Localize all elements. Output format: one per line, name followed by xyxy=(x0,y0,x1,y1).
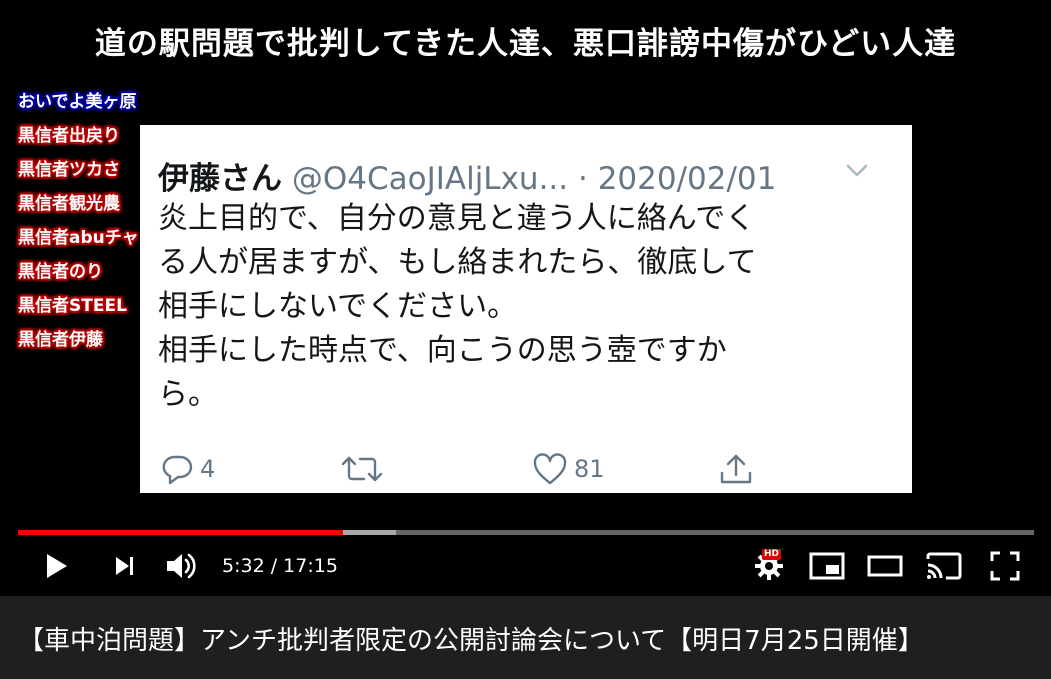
overlay-name-item: 黒信者観光農 xyxy=(18,194,120,214)
reply-count: 4 xyxy=(200,455,216,483)
video-player[interactable]: 道の駅問題で批判してきた人達、悪口誹謗中傷がひどい人達 おいでよ美ヶ原 黒信者出… xyxy=(0,0,1051,596)
overlay-banner-text: 道の駅問題で批判してきた人達、悪口誹謗中傷がひどい人達 xyxy=(94,26,957,62)
overlay-name-item: おいでよ美ヶ原 xyxy=(18,92,137,112)
tweet-text-line: る人が居ますが、もし絡まれたら、徹底して xyxy=(158,245,757,280)
retweet-icon xyxy=(341,456,383,482)
video-info-bar: 【車中泊問題】アンチ批判者限定の公開討論会について【明日7月25日開催】 xyxy=(0,596,1051,679)
video-title: 【車中泊問題】アンチ批判者限定の公開討論会について【明日7月25日開催】 xyxy=(18,626,924,656)
volume-icon xyxy=(167,553,196,579)
cast-icon xyxy=(926,552,962,580)
tweet-author: 伊藤さん xyxy=(158,161,282,197)
hd-badge: HD xyxy=(762,549,782,560)
share-icon xyxy=(720,454,752,484)
tweet-header: 伊藤さん @O4CaoJIAljLxu... · 2020/02/01 xyxy=(158,153,776,198)
cast-button[interactable] xyxy=(922,545,966,587)
overlay-name-list: おいでよ美ヶ原 黒信者出戻り 黒信者ツカさ 黒信者観光農 黒信者abuチャ 黒信… xyxy=(18,90,139,362)
overlay-name-item: 黒信者のり xyxy=(18,262,103,282)
play-button[interactable] xyxy=(36,545,78,587)
tweet-text-line: 相手にしないでください。 xyxy=(158,289,518,324)
tweet-text-line: 炎上目的で、自分の意見と違う人に絡んでく xyxy=(158,201,756,236)
settings-button[interactable]: HD xyxy=(748,545,790,587)
overlay-name-item: 黒信者ツカさ xyxy=(18,160,120,180)
tweet-handle: @O4CaoJIAljLxu... xyxy=(291,161,569,197)
share-action xyxy=(718,451,754,487)
heart-icon xyxy=(533,453,567,485)
overlay-name-item: 黒信者STEEL xyxy=(18,296,127,316)
miniplayer-icon xyxy=(809,552,845,580)
overlay-name-item: 黒信者abuチャ xyxy=(18,228,139,248)
next-icon xyxy=(116,557,133,575)
tweet-text-line: ら。 xyxy=(158,377,218,412)
fullscreen-icon xyxy=(990,551,1020,581)
next-button[interactable] xyxy=(104,545,146,587)
progress-bar[interactable] xyxy=(18,530,1034,535)
miniplayer-button[interactable] xyxy=(806,545,848,587)
overlay-name-item: 黒信者出戻り xyxy=(18,126,120,146)
tweet-card: 伊藤さん @O4CaoJIAljLxu... · 2020/02/01 炎上目的… xyxy=(140,125,912,493)
player-controls: 5:32 / 17:15 HD xyxy=(0,545,1051,587)
chevron-down-icon xyxy=(846,164,868,177)
tweet-date: · 2020/02/01 xyxy=(578,161,777,197)
reply-icon xyxy=(162,455,193,485)
played-bar xyxy=(18,530,343,535)
reply-action: 4 xyxy=(160,451,215,487)
overlay-name-item: 黒信者伊藤 xyxy=(18,330,103,350)
fullscreen-button[interactable] xyxy=(984,545,1026,587)
tweet-text: 炎上目的で、自分の意見と違う人に絡んでく る人が居ますが、もし絡まれたら、徹底し… xyxy=(158,197,858,417)
tweet-text-line: 相手にした時点で、向こうの思う壺ですか xyxy=(158,333,727,368)
volume-button[interactable] xyxy=(160,545,204,587)
theater-mode-button[interactable] xyxy=(864,545,906,587)
time-display: 5:32 / 17:15 xyxy=(222,555,338,577)
play-icon xyxy=(47,554,67,578)
like-action: 81 xyxy=(532,451,605,487)
retweet-action xyxy=(340,451,390,487)
like-count: 81 xyxy=(574,455,605,483)
theater-icon xyxy=(867,555,903,577)
